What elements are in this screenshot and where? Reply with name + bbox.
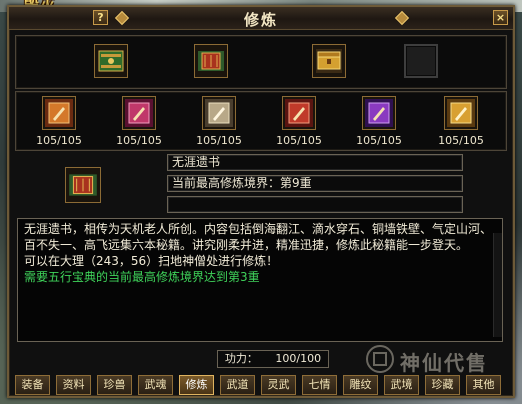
book-slot-3[interactable] (312, 44, 346, 78)
skill-count-5: 105/105 (356, 134, 402, 147)
tab-martial-way[interactable]: 武道 (220, 375, 255, 395)
skill-slot-5[interactable] (362, 96, 396, 130)
skill-count-3: 105/105 (196, 134, 242, 147)
tab-martial-realm[interactable]: 武境 (384, 375, 419, 395)
book-name-field: 无涯遗书 (167, 154, 463, 171)
description-box: 无涯遗书，相传为天机老人所创。内容包括倒海翻江、滴水穿石、铜墙铁壁、气定山河、百… (17, 218, 503, 342)
book-slot-2[interactable] (194, 44, 228, 78)
titlebar[interactable]: ? 修炼 × (9, 7, 513, 30)
description-scrollbar[interactable] (493, 233, 502, 337)
skill-slot-1[interactable] (42, 96, 76, 130)
tab-emotions[interactable]: 七情 (302, 375, 337, 395)
tab-spirit-weapon[interactable]: 灵武 (261, 375, 296, 395)
tab-engraving[interactable]: 雕纹 (343, 375, 378, 395)
skill-count-2: 105/105 (116, 134, 162, 147)
book-panel (15, 35, 507, 89)
selected-book-slot[interactable] (65, 167, 101, 203)
tab-cultivation[interactable]: 修炼 (179, 375, 214, 395)
tab-equipment[interactable]: 装备 (15, 375, 50, 395)
red-scroll-icon (285, 99, 313, 127)
yellow-scroll-icon (447, 99, 475, 127)
book-slot-empty[interactable] (404, 44, 438, 78)
orange-scroll-icon (45, 99, 73, 127)
watermark: 神仙代售 (364, 343, 522, 375)
purple-scroll-icon (365, 99, 393, 127)
skill-slot-6[interactable] (444, 96, 478, 130)
gold-chest-icon (316, 49, 342, 73)
watermark-text: 神仙代售 (400, 351, 488, 375)
skill-count-1: 105/105 (36, 134, 82, 147)
requirement-text: 需要五行宝典的当前最高修炼境界达到第3重 (24, 270, 260, 284)
tab-soul[interactable]: 武魂 (138, 375, 173, 395)
realm-field: 当前最高修炼境界：第9重 (167, 175, 463, 192)
skill-panel: 105/105 105/105 105/105 105/105 105/105 … (15, 91, 507, 151)
pink-scroll-icon (125, 99, 153, 127)
red-scroll-icon (198, 51, 224, 71)
window-title: 修炼 (243, 11, 278, 29)
skill-count-4: 105/105 (276, 134, 322, 147)
close-button[interactable]: × (493, 10, 508, 25)
tab-bar: 装备 资料 珍兽 武魂 修炼 武道 灵武 七情 雕纹 武境 珍藏 其他 (9, 375, 513, 396)
power-value: 100/100 (275, 352, 322, 365)
extra-field (167, 196, 463, 213)
tab-profile[interactable]: 资料 (56, 375, 91, 395)
description-text: 无涯遗书，相传为天机老人所创。内容包括倒海翻江、滴水穿石、铜墙铁壁、气定山河、百… (24, 222, 493, 252)
book-slot-1[interactable] (94, 44, 128, 78)
location-text: 可以在大理（243，56）扫地神僧处进行修炼！ (24, 254, 279, 268)
power-display: 功力： 100/100 (217, 350, 329, 368)
tab-collection[interactable]: 珍藏 (425, 375, 460, 395)
skill-slot-4[interactable] (282, 96, 316, 130)
white-scroll-icon (205, 99, 233, 127)
green-book-icon (98, 50, 124, 72)
skill-slot-2[interactable] (122, 96, 156, 130)
tab-other[interactable]: 其他 (466, 375, 501, 395)
skill-count-6: 105/105 (438, 134, 484, 147)
power-label: 功力： (224, 352, 258, 365)
cultivation-window: ? 修炼 × 105/105 105/105 105/105 105/105 1… (7, 5, 515, 398)
skill-slot-3[interactable] (202, 96, 236, 130)
red-scroll-icon (69, 174, 97, 196)
tab-pets[interactable]: 珍兽 (97, 375, 132, 395)
